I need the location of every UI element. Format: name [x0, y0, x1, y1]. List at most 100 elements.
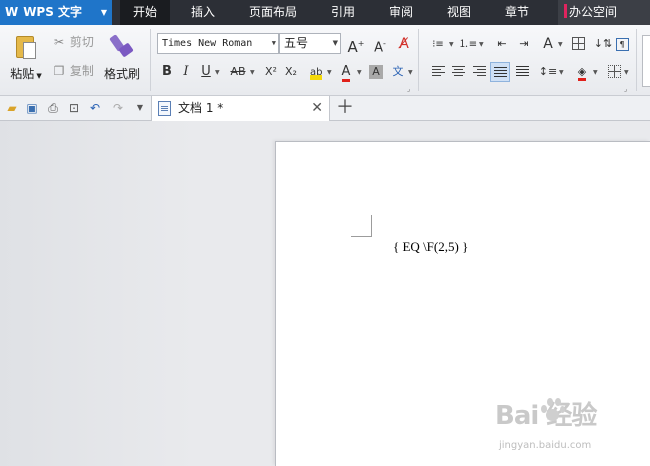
bold-button[interactable]: B [157, 62, 177, 82]
cut-label: 剪切 [69, 35, 94, 49]
ribbon: 粘贴 ▼ ✂ 剪切 ❐ 复制 格式刷 Times New Roman ▼ 五号 ▼ … [0, 25, 650, 96]
office-space-button[interactable]: 办公空间 [558, 0, 650, 25]
line-spacing-button[interactable]: ↕≡ [538, 62, 558, 82]
tab-home[interactable]: 开始 [120, 0, 170, 25]
bullets-button[interactable]: ⁝≡ [428, 34, 448, 54]
align-left-icon [431, 66, 445, 77]
subscript-button[interactable]: X₂ [281, 62, 301, 82]
outdent-icon: ⇤ [497, 37, 507, 50]
grow-font-button[interactable]: A+ [346, 34, 366, 56]
copy-label: 复制 [69, 64, 94, 78]
phonetic-icon: 文 [392, 65, 404, 78]
tab-references[interactable]: 引用 [318, 0, 368, 25]
bullet-list-icon: ⁝≡ [432, 39, 444, 50]
baidu-jingyan-watermark: Bai 经验 jingyan.baidu.com [495, 395, 645, 465]
indent-icon: ⇥ [519, 37, 529, 50]
paste-icon [14, 33, 38, 61]
paste-button[interactable]: 粘贴 ▼ [6, 33, 46, 82]
undo-icon[interactable]: ↶ [87, 100, 103, 116]
borders-button[interactable] [604, 62, 624, 82]
shading-fill-button[interactable]: ◈ [572, 62, 592, 82]
font-size-value: 五号 [284, 36, 309, 50]
document-icon [158, 101, 171, 116]
align-left-button[interactable] [428, 62, 448, 82]
font-family-select[interactable]: Times New Roman ▼ [157, 33, 279, 54]
chevron-down-icon: ▼ [559, 69, 564, 76]
redo-icon[interactable]: ↷ [110, 100, 126, 116]
document-tab-title: 文档 1 * [178, 101, 224, 115]
tab-chapter[interactable]: 章节 [492, 0, 542, 25]
sort-button[interactable]: ↓⇅ [593, 34, 613, 54]
dialog-launcher-icon[interactable]: ⌟ [407, 85, 410, 93]
chevron-down-icon: ▼ [100, 8, 107, 17]
numbering-button[interactable]: ⒈≡ [458, 34, 478, 54]
customize-toolbar-icon[interactable]: ▼ [132, 100, 148, 116]
dialog-launcher-icon[interactable]: ⌟ [624, 85, 627, 93]
chevron-down-icon: ▼ [449, 41, 454, 48]
phonetic-guide-button[interactable]: 文 [388, 62, 408, 82]
shrink-font-button[interactable]: A- [370, 34, 390, 55]
paragraph-mark-icon: ¶ [615, 38, 629, 51]
tab-review[interactable]: 审阅 [376, 0, 426, 25]
align-center-button[interactable] [448, 62, 468, 82]
copy-button[interactable]: ❐ 复制 [52, 62, 94, 80]
highlight-button[interactable]: ab [306, 62, 326, 82]
text-effect-icon: A [543, 36, 553, 52]
print-preview-icon[interactable]: ⊡ [66, 100, 82, 116]
paste-label: 粘贴 [10, 67, 35, 81]
highlighter-icon: ab [310, 67, 323, 80]
office-space-label: 办公空间 [569, 5, 618, 19]
justify-button[interactable] [490, 62, 510, 82]
text-direction-button[interactable]: A [538, 34, 558, 54]
align-center-icon [451, 66, 465, 77]
close-icon[interactable]: ✕ [311, 96, 323, 121]
margin-corner-mark [371, 215, 372, 236]
underline-button[interactable]: U [196, 62, 216, 82]
chevron-down-icon: ▼ [327, 69, 332, 76]
app-menu-button[interactable]: W WPS 文字 ▼ [0, 0, 112, 25]
borders-icon [607, 65, 621, 78]
styles-gallery[interactable] [642, 35, 650, 87]
italic-button[interactable]: I [176, 62, 196, 82]
format-painter-button[interactable]: 格式刷 [102, 33, 142, 82]
align-right-button[interactable] [469, 62, 489, 82]
copy-icon: ❐ [53, 64, 65, 78]
document-tab[interactable]: 文档 1 * ✕ [151, 96, 330, 121]
chevron-down-icon: ▼ [408, 69, 413, 76]
wps-logo-icon: W [5, 5, 19, 19]
chevron-down-icon: ▼ [624, 69, 629, 76]
chevron-down-icon: ▼ [215, 69, 220, 76]
decrease-indent-button[interactable]: ⇤ [492, 34, 512, 54]
open-folder-icon[interactable]: ▰ [4, 100, 20, 116]
tab-insert[interactable]: 插入 [178, 0, 228, 25]
divider [150, 29, 151, 91]
menu-bar: W WPS 文字 ▼ 开始 插入 页面布局 引用 审阅 视图 章节 办公空间 [0, 0, 650, 25]
save-icon[interactable]: ▣ [24, 100, 40, 116]
font-size-select[interactable]: 五号 ▼ [279, 33, 341, 54]
chevron-down-icon: ▼ [593, 69, 598, 76]
tab-page-layout[interactable]: 页面布局 [238, 0, 308, 25]
character-shading-button[interactable]: A [366, 62, 386, 82]
paint-bucket-icon: ◈ [577, 65, 587, 81]
chevron-down-icon: ▼ [479, 41, 484, 48]
divider [418, 29, 419, 91]
print-icon[interactable]: ⎙ [45, 100, 61, 116]
distributed-align-button[interactable] [512, 62, 532, 82]
chevron-down-icon: ▼ [357, 69, 362, 76]
font-family-value: Times New Roman [162, 38, 253, 49]
chevron-down-icon: ▼ [250, 69, 255, 76]
superscript-button[interactable]: X² [261, 62, 281, 82]
show-marks-button[interactable]: ¶ [612, 34, 632, 54]
margin-corner-mark [351, 236, 372, 237]
insert-table-button[interactable] [568, 34, 588, 54]
chevron-down-icon: ▼ [332, 39, 338, 47]
clear-format-icon[interactable]: A̸ [394, 34, 414, 54]
align-right-icon [472, 66, 486, 77]
cut-button[interactable]: ✂ 剪切 [52, 33, 94, 51]
increase-indent-button[interactable]: ⇥ [514, 34, 534, 54]
new-tab-button[interactable]: ＋ [336, 96, 354, 121]
tab-view[interactable]: 视图 [434, 0, 484, 25]
strikethrough-button[interactable]: AB [226, 62, 250, 82]
font-color-button[interactable]: A [336, 62, 356, 82]
field-code-text[interactable]: { EQ \F(2,5) } [393, 239, 468, 255]
